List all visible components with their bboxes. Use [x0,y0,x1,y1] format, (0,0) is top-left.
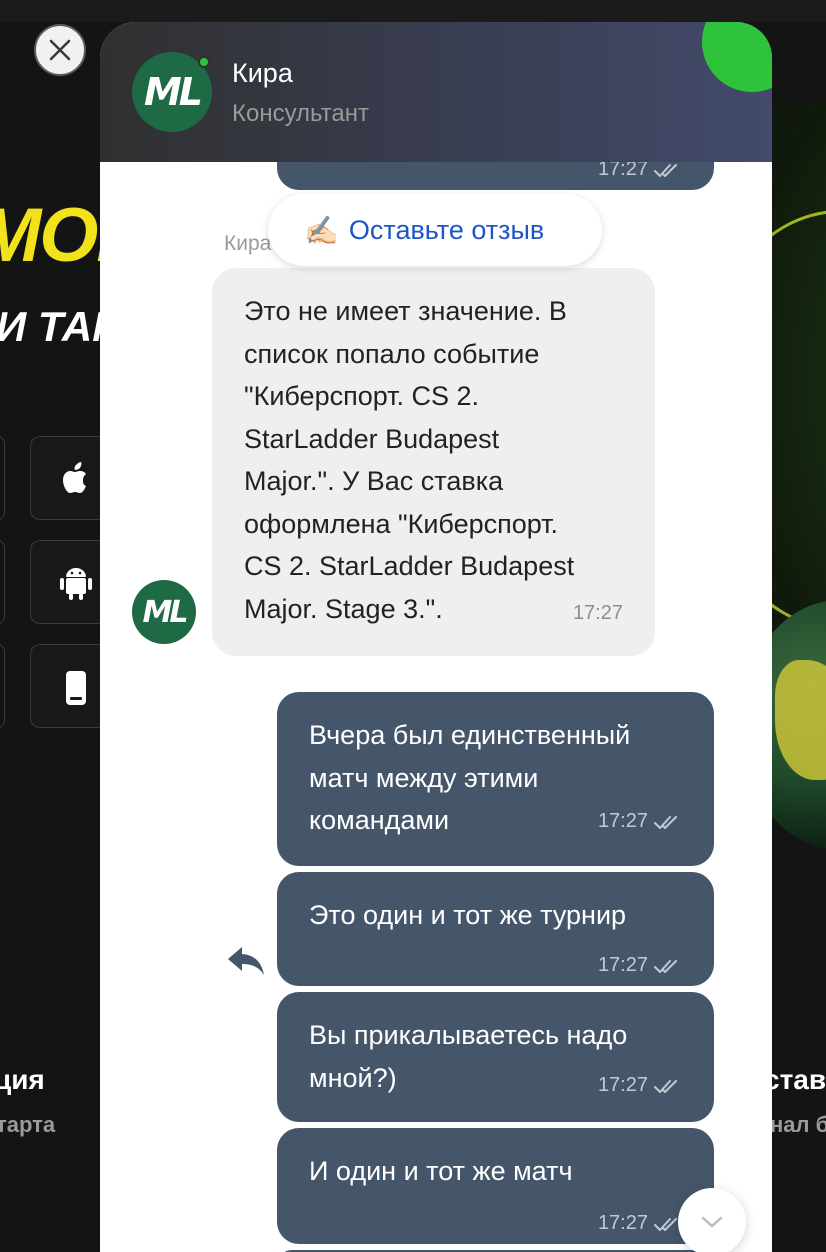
store-card-edge[interactable] [0,540,5,624]
message-text: Это один и тот же турнир [309,894,626,937]
close-icon [49,39,71,61]
apple-icon [63,462,86,493]
message-line: StarLadder Budapest [244,423,500,454]
read-checkmarks-icon [654,959,677,973]
feature-right-subtitle: нал б [770,1112,826,1137]
background-top-bar [0,0,826,22]
store-card-edge[interactable] [0,644,5,728]
chat-header: ML Кира Консультант [100,22,772,162]
outgoing-message[interactable]: Вчера был единственный матч между этими … [277,692,714,866]
message-line: мной?) [309,1062,397,1093]
outgoing-message[interactable]: Вы прикалываетесь надо мной?) 17:27 [277,992,714,1122]
header-corner-accent [702,22,772,92]
close-chat-button[interactable] [34,24,86,76]
message-text: Вчера был единственный матч между этими … [309,714,630,842]
message-line: список попало событие [244,338,540,369]
read-checkmarks-icon [654,815,677,829]
chat-widget: 17:27 ✍🏻 Оставьте отзыв Кира Это не имее… [100,22,772,1252]
message-time: 17:27 [597,810,648,832]
message-time: 17:27 [597,954,648,976]
message-meta: 17:27 [598,810,682,833]
message-meta: 17:27 [598,1074,682,1097]
outgoing-message[interactable]: Это один и тот же турнир 17:27 [277,872,714,986]
avatar-logo: ML [142,594,189,630]
message-line: "Киберспорт. CS 2. [244,381,480,411]
message-line: Вы прикалываетесь надо [309,1020,628,1050]
incoming-message[interactable]: Это не имеет значение. В список попало с… [212,268,655,656]
store-card-edge[interactable] [0,436,5,520]
feature-left-title: ция [0,1064,45,1095]
message-meta: 17:27 [598,954,682,977]
sender-name: Кира [224,232,272,255]
message-line: CS 2. StarLadder Budapest [244,551,575,581]
leave-feedback-button[interactable]: ✍🏻 Оставьте отзыв [268,194,602,266]
online-status-indicator [198,56,210,68]
message-meta: 17:27 [598,1212,682,1235]
message-line: Вчера был единственный [309,720,631,750]
message-line: Это не имеет значение. В [244,296,567,326]
feature-right-title: став [764,1064,826,1095]
message-text: И один и тот же матч [309,1150,573,1193]
message-text: Это не имеет значение. В список попало с… [244,290,634,630]
feature-left-subtitle: тарта [0,1112,56,1137]
message-time: 17:27 [572,602,623,624]
message-line: Это один и тот же турнир [309,900,627,930]
agent-avatar: ML [132,580,196,644]
chevron-down-icon [701,1216,723,1228]
message-line: командами [309,805,450,835]
read-checkmarks-icon [654,1079,677,1093]
message-list[interactable]: 17:27 ✍🏻 Оставьте отзыв Кира Это не имее… [100,22,772,1252]
agent-avatar: ML [132,52,212,132]
message-time: 17:27 [597,1212,648,1234]
message-line: оформлена "Киберспорт. [244,508,559,539]
leave-feedback-label: Оставьте отзыв [348,214,545,245]
reply-icon[interactable] [226,944,266,978]
avatar-logo: ML [143,70,203,114]
android-icon [60,568,92,600]
message-text: Вы прикалываетесь надо мной?) [309,1014,627,1099]
scroll-to-bottom-button[interactable] [678,1188,746,1252]
message-line: Major.". У Вас ставка [244,466,504,496]
writing-hand-icon: ✍🏻 [304,214,339,246]
agent-name: Кира [232,58,293,88]
message-line: матч между этими [309,762,539,793]
message-time: 17:27 [597,1074,648,1096]
message-line: И один и тот же матч [309,1156,573,1186]
outgoing-message[interactable]: И один и тот же матч 17:27 [277,1128,714,1244]
phone-icon [66,671,86,705]
read-checkmarks-icon [654,163,677,177]
agent-role: Консультант [232,100,370,127]
